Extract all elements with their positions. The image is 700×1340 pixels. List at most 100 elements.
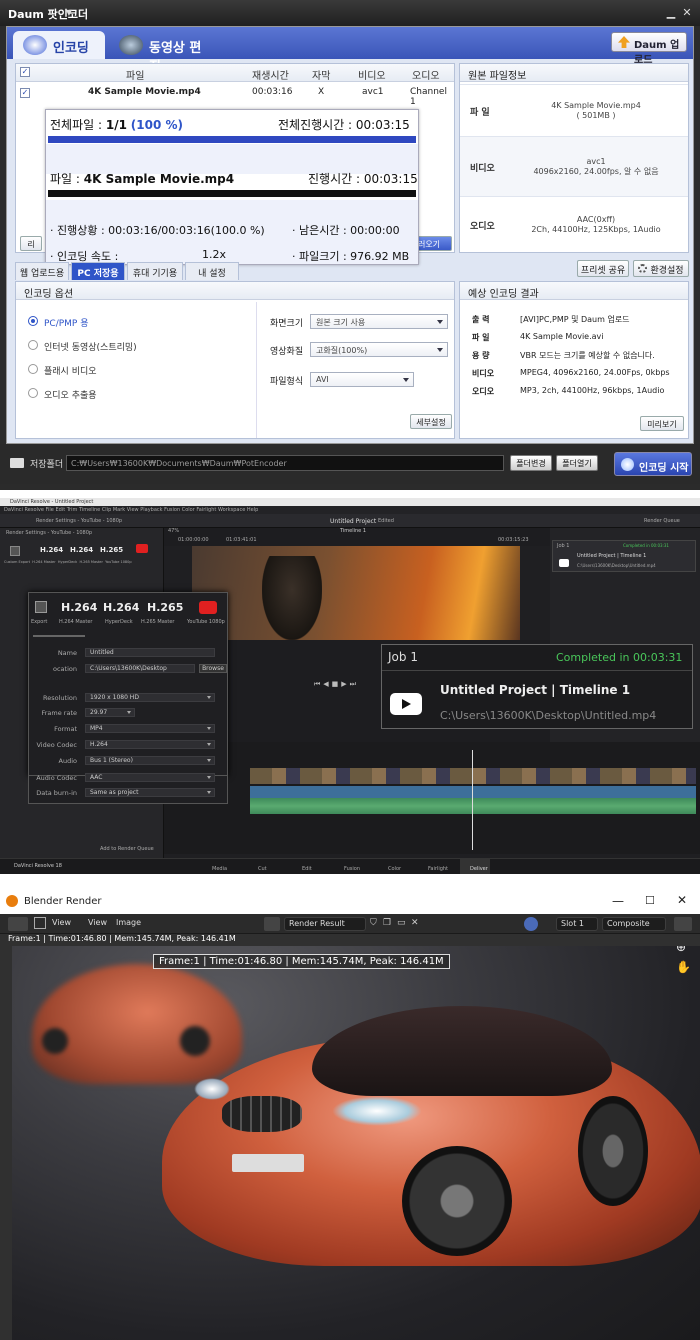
audio-codec-select[interactable]: AAC [85, 773, 215, 782]
col-file[interactable]: 파일 [126, 67, 144, 82]
pass-select[interactable]: Composite [602, 917, 666, 931]
zoom-icon[interactable]: ⊕ [676, 946, 686, 954]
tab-video-edit[interactable]: 동영상 편집 [109, 31, 219, 75]
menu-image[interactable]: Image [116, 918, 141, 927]
minimize-icon[interactable]: ▁ [664, 6, 678, 20]
pan-hand-icon[interactable]: ✋ [676, 960, 691, 974]
render-result-field[interactable]: Render Result [284, 917, 366, 931]
select-all-checkbox[interactable]: ✓ [20, 67, 30, 77]
zoom-level[interactable]: 47% [168, 528, 179, 534]
save-path-field[interactable]: C:₩Users₩13600K₩Documents₩Daum₩PotEncode… [66, 455, 504, 471]
subtab-mobile[interactable]: 휴대 기기용 [127, 262, 183, 280]
subtab-my-settings[interactable]: 내 설정 [185, 262, 239, 280]
video-track[interactable] [250, 768, 696, 784]
preset-caption: H.265 Master [141, 619, 175, 625]
playhead[interactable] [472, 750, 473, 850]
daum-upload-button[interactable]: Daum 업로드 [611, 32, 687, 66]
preset-h264-master[interactable]: H.264 [103, 601, 139, 614]
job-card[interactable]: Job 1 Completed in 00:03:31 Untitled Pro… [381, 644, 693, 729]
tab-encoding[interactable]: 인코딩 [13, 31, 105, 59]
subtab-web-upload[interactable]: 웹 업로드용 [15, 262, 69, 280]
display-channels-icon[interactable] [674, 917, 692, 931]
timeline-name[interactable]: Timeline 1 [340, 528, 366, 534]
screen-size-select[interactable]: 원본 크기 사용 [310, 314, 448, 329]
transport-controls[interactable]: ⏮◀■▶⏭ [314, 680, 384, 688]
menu-bar[interactable]: DaVinci Resolve File Edit Trim Timeline … [0, 506, 700, 514]
preset-share-button[interactable]: 프리셋 공유 [577, 260, 629, 277]
render-queue-job[interactable]: Job 1 Completed in 00:03:31 Untitled Pro… [552, 540, 696, 572]
render-image[interactable]: Frame:1 | Time:01:46.80 | Mem:145.74M, P… [12, 946, 700, 1340]
quality-select[interactable]: 고화질(100%) [310, 342, 448, 357]
chevron-down-icon [207, 776, 211, 779]
close-image-icon[interactable]: ✕ [411, 918, 419, 928]
page-fusion[interactable]: Fusion [344, 866, 360, 872]
editor-type-icon[interactable] [8, 917, 28, 931]
detail-settings-button[interactable]: 세부설정 [410, 414, 452, 429]
burn-in-select[interactable]: Same as project [85, 788, 215, 797]
slot-select[interactable]: Slot 1 [556, 917, 598, 931]
page-fairlight[interactable]: Fairlight [428, 866, 448, 872]
render-settings-tab[interactable]: Render Settings - YouTube - 1080p [36, 518, 122, 524]
add-to-render-queue-small[interactable]: Add to Render Queue [100, 846, 154, 852]
side-button-left[interactable]: 리 [20, 236, 42, 251]
preset-h265[interactable]: H.265 [147, 601, 183, 614]
col-duration[interactable]: 재생시간 [252, 67, 289, 82]
settings-button[interactable]: 환경설정 [633, 260, 689, 277]
audio-select[interactable]: Bus 1 (Stereo) [85, 756, 215, 765]
minimize-icon[interactable]: — [612, 894, 624, 908]
folder-icon [10, 458, 24, 468]
browse-button[interactable]: Browse [199, 664, 227, 673]
view-mode-icon[interactable] [34, 917, 46, 929]
location-input[interactable]: C:\Users\13600K\Desktop [85, 664, 195, 673]
render-queue-tab[interactable]: Render Queue [644, 518, 680, 524]
preset-h264[interactable]: H.264 [61, 601, 97, 614]
menu-view[interactable]: View [52, 918, 71, 927]
preset-h265[interactable]: H.265 [100, 546, 123, 554]
preset-caption: H.265 Master [79, 560, 103, 564]
viewer-figure [262, 556, 322, 640]
shield-icon[interactable]: ⛉ [370, 918, 377, 928]
menu-view-2[interactable]: View [88, 918, 107, 927]
page-cut[interactable]: Cut [258, 866, 267, 872]
maximize-icon[interactable]: ☐ [645, 894, 655, 907]
image-browse-icon[interactable] [264, 917, 280, 931]
table-row[interactable]: ✓ 4K Sample Movie.mp4 00:03:16 X avc1 Ch… [16, 84, 454, 107]
format-select[interactable]: MP4 [85, 724, 215, 733]
custom-export-icon[interactable] [10, 546, 20, 556]
folder-icon[interactable]: ▭ [397, 918, 406, 928]
col-video[interactable]: 비디오 [358, 67, 386, 82]
col-audio[interactable]: 오디오 [412, 67, 440, 82]
page-media[interactable]: Media [212, 866, 227, 872]
close-icon[interactable]: ✕ [680, 6, 694, 20]
start-encoding-button[interactable]: 인코딩 시작 [614, 452, 692, 476]
preset-h264-master[interactable]: H.264 [70, 546, 93, 554]
preview-button[interactable]: 미리보기 [640, 416, 684, 431]
result-value: [AVI]PC,PMP 및 Daum 업로드 [520, 315, 630, 324]
audio-track-2[interactable] [250, 798, 696, 814]
preset-scroll[interactable] [33, 635, 85, 637]
video-codec-select[interactable]: H.264 [85, 740, 215, 749]
format-select[interactable]: AVI [310, 372, 414, 387]
copy-icon[interactable]: ❐ [383, 918, 391, 928]
page-deliver[interactable]: Deliver [470, 866, 488, 872]
custom-export-icon[interactable] [35, 601, 47, 613]
menu-chevron-icon[interactable]: ▼ [62, 6, 76, 20]
youtube-icon[interactable] [136, 544, 148, 553]
page-color[interactable]: Color [388, 866, 401, 872]
youtube-icon[interactable] [199, 601, 217, 614]
change-folder-button[interactable]: 폴더변경 [510, 455, 552, 471]
scopes-icon[interactable] [524, 917, 538, 931]
framerate-select[interactable]: 29.97 [85, 708, 135, 717]
timeline[interactable] [164, 742, 700, 854]
name-input[interactable]: Untitled [85, 648, 215, 657]
page-edit[interactable]: Edit [302, 866, 312, 872]
col-subtitle[interactable]: 자막 [312, 67, 330, 82]
preset-h264[interactable]: H.264 [40, 546, 63, 554]
video-viewer[interactable] [192, 546, 520, 640]
row-checkbox[interactable]: ✓ [20, 88, 30, 98]
subtab-pc-save[interactable]: PC 저장용 [71, 262, 125, 280]
resolution-select[interactable]: 1920 x 1080 HD [85, 693, 215, 702]
close-icon[interactable]: ✕ [677, 893, 687, 907]
open-folder-button[interactable]: 폴더열기 [556, 455, 598, 471]
page-navigation: DaVinci Resolve 18 Media Cut Edit Fusion… [0, 858, 700, 874]
